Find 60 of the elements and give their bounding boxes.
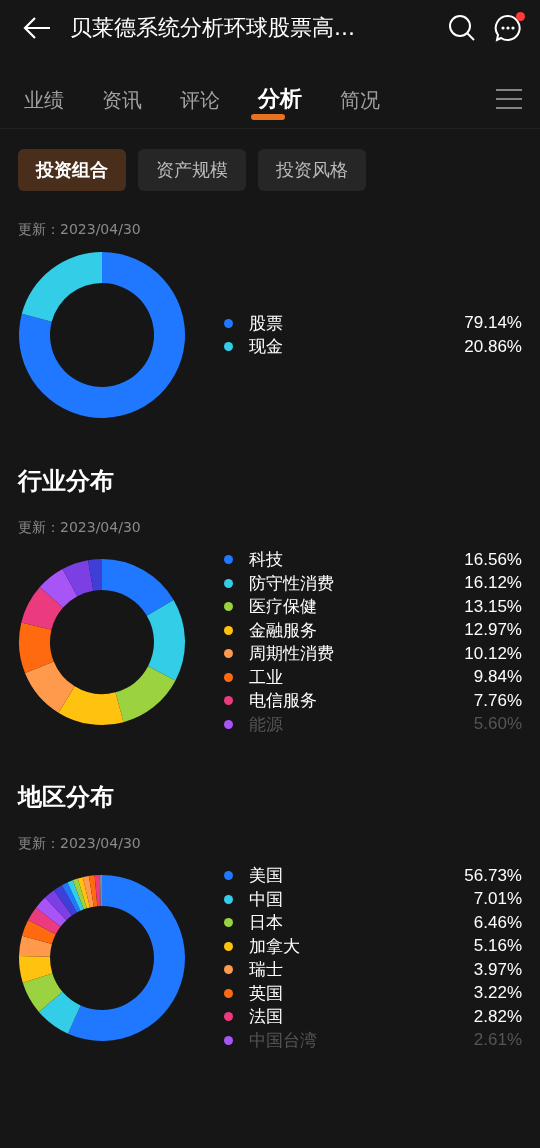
legend-value: 20.86% <box>464 336 522 357</box>
legend-value: 16.56% <box>464 549 522 570</box>
tab[interactable]: 业绩 <box>18 86 70 128</box>
update-date: 更新：2023/04/30 <box>18 221 142 239</box>
legend-label: 工业 <box>249 665 284 689</box>
filter-chip[interactable]: 资产规模 <box>138 149 246 191</box>
chart-slice <box>21 587 64 630</box>
legend-label: 中国 <box>249 887 284 911</box>
tab[interactable]: 简况 <box>334 86 386 128</box>
legend-value: 13.15% <box>464 596 522 617</box>
legend-value: 7.76% <box>473 690 522 711</box>
legend-label: 中国台湾 <box>249 1028 318 1052</box>
legend-value: 12.97% <box>464 620 522 641</box>
back-arrow-icon[interactable] <box>22 16 52 40</box>
fund-title: 贝莱德系统分析环球股票高... <box>70 14 356 42</box>
legend-label: 医疗保健 <box>249 595 318 619</box>
legend-value: 5.16% <box>473 936 522 957</box>
legend-label: 周期性消费 <box>249 642 335 666</box>
legend-value: 79.14% <box>464 313 522 334</box>
chart-slice <box>19 622 54 673</box>
legend-value: 2.82% <box>473 1006 522 1027</box>
legend-label: 英国 <box>249 981 284 1005</box>
tab[interactable]: 分析 <box>252 83 308 128</box>
legend-label: 现金 <box>249 335 284 359</box>
update-date: 更新：2023/04/30 <box>18 835 142 853</box>
update-date: 更新：2023/04/30 <box>18 519 142 537</box>
legend-label: 美国 <box>249 864 284 888</box>
legend-label: 科技 <box>249 548 284 572</box>
chart-slice <box>19 935 52 957</box>
legend-label: 电信服务 <box>249 689 318 713</box>
legend-label: 法国 <box>249 1005 284 1029</box>
legend-value: 3.97% <box>473 959 522 980</box>
search-icon[interactable] <box>448 14 476 42</box>
legend-value: 6.46% <box>473 912 522 933</box>
chart-slice <box>39 568 78 608</box>
menu-icon[interactable] <box>496 88 522 110</box>
legend-value: 10.12% <box>464 643 522 664</box>
legend-value: 2.61% <box>473 1030 522 1051</box>
legend-value: 3.22% <box>473 983 522 1004</box>
legend-value: 7.01% <box>473 889 522 910</box>
chart-slice <box>25 661 75 713</box>
legend-value: 56.73% <box>464 865 522 886</box>
chat-icon[interactable] <box>494 14 522 42</box>
legend-label: 瑞士 <box>249 958 284 982</box>
legend-label: 加拿大 <box>249 934 301 958</box>
legend-label: 金融服务 <box>249 618 318 642</box>
section-heading: 地区分布 <box>18 782 115 813</box>
legend-value: 5.60% <box>473 714 522 735</box>
legend-value: 9.84% <box>473 667 522 688</box>
section-heading: 行业分布 <box>18 466 115 497</box>
legend-label: 股票 <box>249 311 284 335</box>
tab[interactable]: 资讯 <box>96 86 148 128</box>
filter-chip[interactable]: 投资风格 <box>258 149 366 191</box>
legend-label: 日本 <box>249 911 284 935</box>
legend-value: 16.12% <box>464 573 522 594</box>
filter-chip[interactable]: 投资组合 <box>18 149 126 191</box>
chart-slice <box>22 920 56 945</box>
tab[interactable]: 评论 <box>174 86 226 128</box>
legend-label: 能源 <box>249 712 284 736</box>
legend-label: 防守性消费 <box>249 571 335 595</box>
